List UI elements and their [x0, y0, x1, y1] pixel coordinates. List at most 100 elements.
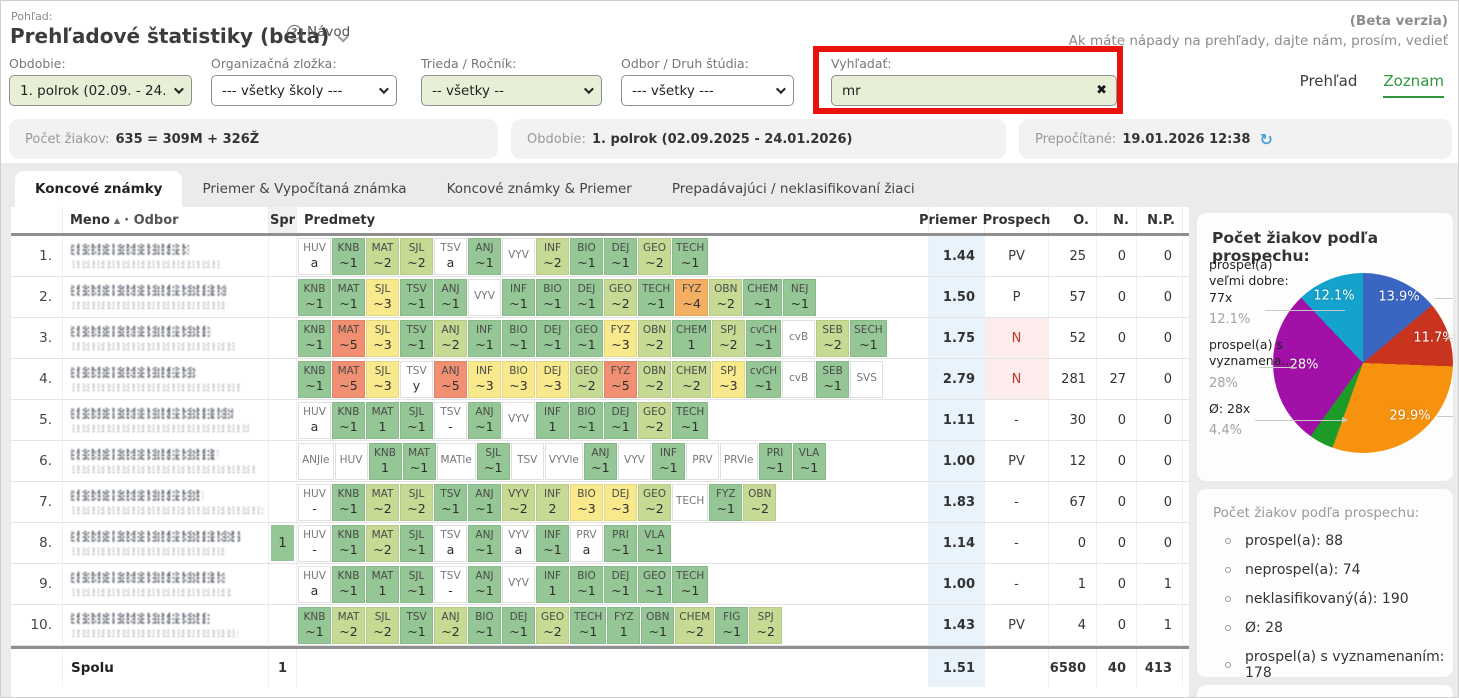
subject-grade-chip[interactable]: PRVa — [570, 525, 603, 562]
subject-grade-chip[interactable]: ANJ~2 — [434, 607, 467, 644]
subject-grade-chip[interactable]: HUV- — [298, 484, 331, 521]
subject-grade-chip[interactable]: KNB~1 — [332, 238, 365, 275]
subject-grade-chip[interactable]: DEJ~3 — [536, 361, 569, 398]
org-zlozka-select[interactable]: --- všetky školy --- — [211, 75, 397, 106]
subject-grade-chip[interactable]: TECH~1 — [570, 607, 606, 644]
subject-grade-chip[interactable]: MATle — [437, 443, 476, 480]
subject-grade-chip[interactable]: MAT~2 — [366, 484, 399, 521]
subject-grade-chip[interactable]: ANJ~1 — [584, 443, 617, 480]
subject-grade-chip[interactable]: TSV~1 — [400, 320, 433, 357]
subject-grade-chip[interactable]: INF~1 — [536, 525, 569, 562]
subject-grade-chip[interactable]: SJL~1 — [477, 443, 510, 480]
subject-grade-chip[interactable]: ANJle — [298, 443, 334, 480]
student-name-redacted[interactable] — [63, 523, 269, 563]
subject-grade-chip[interactable]: ANJ~1 — [468, 402, 501, 439]
tab-1[interactable]: Koncové známky — [15, 171, 182, 207]
subject-grade-chip[interactable]: DEJ~3 — [604, 484, 637, 521]
subject-grade-chip[interactable]: PRI~1 — [759, 443, 792, 480]
subject-grade-chip[interactable]: CHEM1 — [672, 320, 711, 357]
view-prehlad-link[interactable]: Prehľad — [1300, 72, 1358, 98]
subject-grade-chip[interactable]: VYVa — [502, 525, 535, 562]
student-name-redacted[interactable] — [63, 236, 269, 276]
col-predmety[interactable]: Predmety — [297, 207, 929, 233]
subject-grade-chip[interactable]: TSVa — [434, 525, 467, 562]
subject-grade-chip[interactable]: CHEM~2 — [672, 361, 711, 398]
subject-grade-chip[interactable]: SJL~2 — [366, 607, 399, 644]
subject-grade-chip[interactable]: KNB~1 — [298, 320, 331, 357]
subject-grade-chip[interactable]: INF~2 — [536, 238, 569, 275]
subject-grade-chip[interactable]: OBN~1 — [641, 607, 674, 644]
subject-grade-chip[interactable]: KNB~1 — [332, 484, 365, 521]
subject-grade-chip[interactable]: MAT~2 — [366, 525, 399, 562]
tab-2[interactable]: Priemer & Vypočítaná známka — [182, 171, 426, 207]
subject-grade-chip[interactable]: HUVa — [298, 238, 331, 275]
subject-grade-chip[interactable]: TSV~1 — [400, 607, 433, 644]
subject-grade-chip[interactable]: ANJ~1 — [468, 238, 501, 275]
student-name-redacted[interactable] — [63, 277, 269, 317]
tab-3[interactable]: Koncové známky & Priemer — [427, 171, 652, 207]
subject-grade-chip[interactable]: CHEM~2 — [675, 607, 714, 644]
subject-grade-chip[interactable]: TSV- — [434, 402, 467, 439]
subject-grade-chip[interactable]: BIO~1 — [468, 607, 501, 644]
subject-grade-chip[interactable]: KNB~1 — [298, 279, 331, 316]
subject-grade-chip[interactable]: GEO~2 — [604, 279, 637, 316]
col-n[interactable]: N. — [1097, 207, 1137, 233]
subject-grade-chip[interactable]: KNB~1 — [332, 566, 365, 603]
subject-grade-chip[interactable]: TSV — [511, 443, 544, 480]
subject-grade-chip[interactable]: VYV — [502, 238, 535, 275]
subject-grade-chip[interactable]: ANJ~2 — [434, 320, 467, 357]
subject-grade-chip[interactable]: INF~1 — [468, 320, 501, 357]
subject-grade-chip[interactable]: SECH~1 — [850, 320, 887, 357]
subject-grade-chip[interactable]: BIO~1 — [570, 238, 603, 275]
col-priemer[interactable]: Priemer — [929, 207, 985, 233]
subject-grade-chip[interactable]: BIO~1 — [570, 566, 603, 603]
subject-grade-chip[interactable]: GEO~2 — [638, 402, 671, 439]
view-zoznam-link[interactable]: Zoznam — [1383, 72, 1444, 98]
subject-grade-chip[interactable]: BIO~1 — [502, 320, 535, 357]
subject-grade-chip[interactable]: DEJ~1 — [604, 402, 637, 439]
subject-grade-chip[interactable]: MAT~5 — [332, 361, 365, 398]
subject-grade-chip[interactable]: VYV — [468, 279, 501, 316]
student-name-redacted[interactable] — [63, 359, 269, 399]
subject-grade-chip[interactable]: ANJ~1 — [468, 484, 501, 521]
help-link[interactable]: ? Návod — [287, 24, 350, 40]
subject-grade-chip[interactable]: BIO~1 — [536, 279, 569, 316]
subject-grade-chip[interactable]: SJL~3 — [366, 279, 399, 316]
subject-grade-chip[interactable]: KNB~1 — [298, 607, 331, 644]
col-prospech[interactable]: Prospech — [985, 207, 1049, 233]
subject-grade-chip[interactable]: VYV — [618, 443, 651, 480]
subject-grade-chip[interactable]: SJL~2 — [400, 238, 433, 275]
subject-grade-chip[interactable]: INF~1 — [652, 443, 685, 480]
subject-grade-chip[interactable]: SVS — [850, 361, 883, 398]
subject-grade-chip[interactable]: OBN~2 — [638, 320, 671, 357]
subject-grade-chip[interactable]: DEJ~1 — [502, 607, 535, 644]
subject-grade-chip[interactable]: DEJ~1 — [536, 320, 569, 357]
subject-grade-chip[interactable]: SJL~1 — [400, 566, 433, 603]
col-meno-odbor[interactable]: Meno ▲ · Odbor — [63, 207, 269, 233]
subject-grade-chip[interactable]: KNB1 — [369, 443, 402, 480]
subject-grade-chip[interactable]: FYZ~3 — [604, 320, 637, 357]
subject-grade-chip[interactable]: VYV~2 — [502, 484, 535, 521]
search-input[interactable]: mr ✖ — [831, 75, 1117, 106]
subject-grade-chip[interactable]: OBN~2 — [743, 484, 776, 521]
subject-grade-chip[interactable]: DEJ~1 — [604, 238, 637, 275]
subject-grade-chip[interactable]: MAT~1 — [403, 443, 436, 480]
subject-grade-chip[interactable]: INF1 — [536, 566, 569, 603]
subject-grade-chip[interactable]: HUV — [335, 443, 368, 480]
subject-grade-chip[interactable]: VLA~1 — [793, 443, 826, 480]
subject-grade-chip[interactable]: KNB~1 — [332, 525, 365, 562]
subject-grade-chip[interactable]: FYZ~4 — [675, 279, 708, 316]
subject-grade-chip[interactable]: cvCH~1 — [746, 361, 781, 398]
subject-grade-chip[interactable]: SJL~1 — [400, 525, 433, 562]
subject-grade-chip[interactable]: DEJ~1 — [604, 566, 637, 603]
subject-grade-chip[interactable]: FYZ~5 — [604, 361, 637, 398]
student-name-redacted[interactable] — [63, 564, 269, 604]
subject-grade-chip[interactable]: GEO~2 — [638, 238, 671, 275]
subject-grade-chip[interactable]: DEJ~1 — [570, 279, 603, 316]
subject-grade-chip[interactable]: BIO~1 — [570, 402, 603, 439]
subject-grade-chip[interactable]: VLA~1 — [638, 525, 671, 562]
subject-grade-chip[interactable]: VYVle — [545, 443, 583, 480]
col-np[interactable]: N.P. — [1137, 207, 1183, 233]
subject-grade-chip[interactable]: PRVle — [720, 443, 758, 480]
subject-grade-chip[interactable]: HUV- — [298, 525, 331, 562]
